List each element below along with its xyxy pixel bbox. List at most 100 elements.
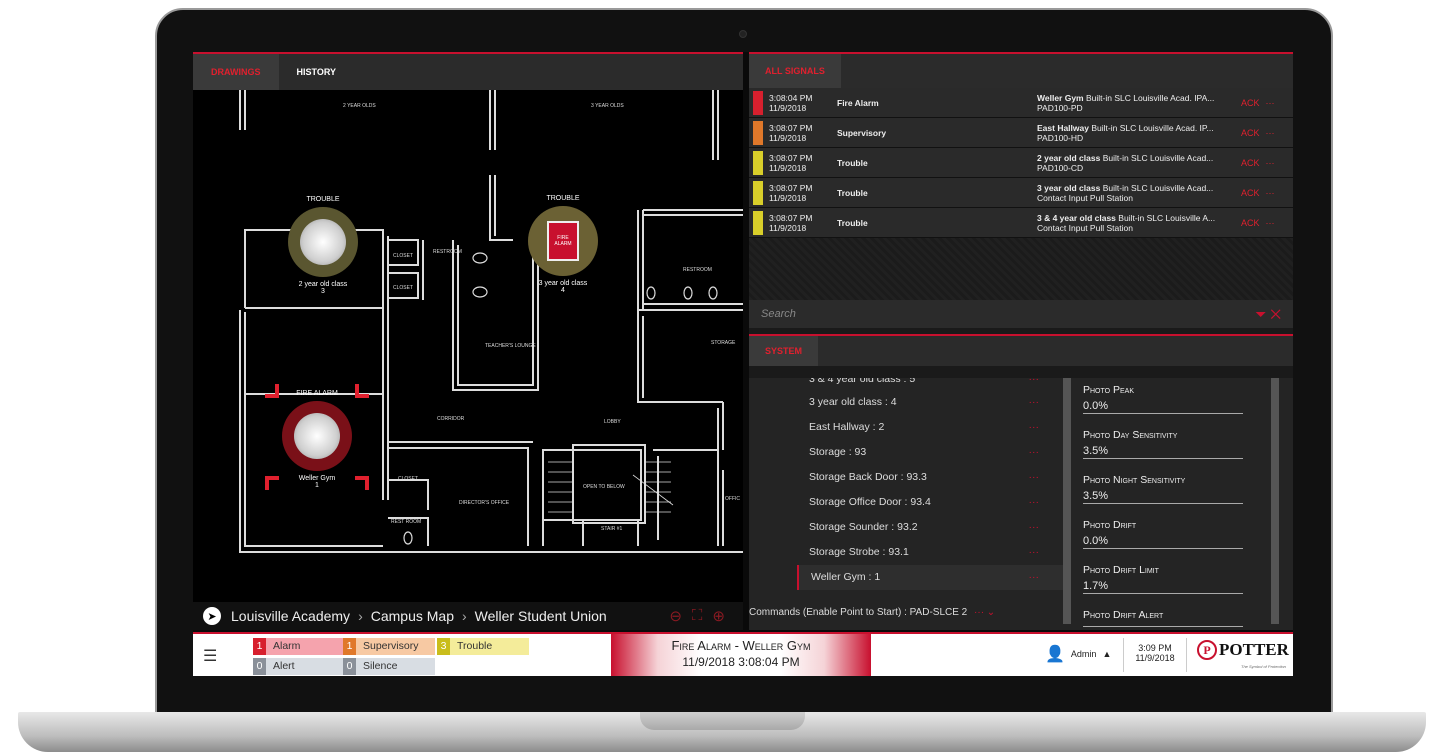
ack-button[interactable]: ACK — [1241, 98, 1260, 108]
point-label: Storage Office Door : 93.4 — [809, 496, 931, 508]
device-3-year-old-class[interactable]: TROUBLE FIRE ALARM 3 year old class 4 — [523, 195, 603, 294]
smoke-detector-icon — [294, 413, 340, 459]
device-status: TROUBLE — [546, 195, 580, 202]
breadcrumb-item[interactable]: Weller Student Union — [475, 608, 607, 624]
more-icon[interactable]: ··· — [1266, 218, 1275, 228]
property-label: Photo Day Sensitivity — [1083, 429, 1178, 441]
property-field: Photo Drift Alert — [1083, 603, 1273, 630]
filter-icon[interactable]: ⏷ ✕ — [1255, 306, 1281, 323]
tab-all-signals[interactable]: ALL SIGNALS — [749, 54, 841, 88]
floor-plan[interactable]: 2 YEAR OLDS 3 YEAR OLDS CLOSET CLOSET RE… — [193, 90, 743, 602]
camera — [739, 30, 747, 38]
label-stair: STAIR #1 — [601, 526, 623, 532]
more-icon[interactable]: ··· — [1029, 390, 1040, 415]
event-count-alarm[interactable]: 1 Alarm — [253, 638, 345, 655]
user-menu[interactable]: 👤 Admin ▲ — [1045, 644, 1111, 664]
left-tabs: DRAWINGS HISTORY — [193, 52, 743, 90]
more-icon[interactable]: ··· ⌄ — [974, 607, 995, 618]
system-point-item[interactable]: 3 year old class : 4 ··· — [797, 390, 1067, 415]
system-point-item[interactable]: East Hallway : 2 ··· — [797, 415, 1067, 440]
fit-screen-icon[interactable]: ⛶ — [692, 607, 703, 625]
tab-drawings[interactable]: DRAWINGS — [193, 54, 279, 90]
signal-row[interactable]: 3:08:04 PM 11/9/2018 Fire Alarm Weller Gym … — [749, 88, 1293, 118]
label-lobby: LOBBY — [604, 419, 621, 425]
more-icon[interactable]: ··· — [1029, 540, 1040, 565]
more-icon[interactable]: ··· — [1029, 465, 1040, 490]
point-label: Storage Strobe : 93.1 — [809, 546, 909, 558]
event-count-alert[interactable]: 0 Alert — [253, 658, 345, 675]
navigation-icon[interactable]: ➤ — [203, 607, 221, 625]
signal-time: 3:08:07 PM 11/9/2018 — [769, 122, 813, 143]
system-point-item[interactable]: Storage Strobe : 93.1 ··· — [797, 540, 1067, 565]
system-point-item[interactable]: Storage Sounder : 93.2 ··· — [797, 515, 1067, 540]
signal-time: 3:08:04 PM 11/9/2018 — [769, 92, 813, 113]
ack-button[interactable]: ACK — [1241, 158, 1260, 168]
system-point-item[interactable]: 3 & 4 year old class : 5 ··· — [797, 378, 1067, 390]
zoom-in-icon[interactable]: ⊕ — [712, 607, 725, 625]
signal-time: 3:08:07 PM 11/9/2018 — [769, 182, 813, 203]
signal-type: Supervisory — [837, 127, 887, 138]
more-icon[interactable]: ··· — [1266, 98, 1275, 108]
signal-list: 3:08:04 PM 11/9/2018 Fire Alarm Weller Gym … — [749, 88, 1293, 300]
system-command[interactable]: Commands (Enable Point to Start) : PAD-S… — [749, 600, 1039, 625]
property-value[interactable]: 3.5% — [1083, 490, 1243, 504]
more-icon[interactable]: ··· — [1029, 565, 1040, 590]
signal-type: Trouble — [837, 187, 868, 198]
event-count-trouble[interactable]: 3 Trouble — [437, 638, 529, 655]
ack-button[interactable]: ACK — [1241, 218, 1260, 228]
more-icon[interactable]: ··· — [1029, 490, 1040, 515]
system-point-item[interactable]: Weller Gym : 1 ··· — [797, 565, 1067, 590]
property-value[interactable]: 0.0% — [1083, 535, 1243, 549]
more-icon[interactable]: ··· — [1266, 188, 1275, 198]
label-rest-room: REST ROOM — [391, 519, 421, 525]
more-icon[interactable]: ··· — [1029, 440, 1040, 465]
tab-system[interactable]: SYSTEM — [749, 336, 819, 366]
properties-scrollbar[interactable] — [1271, 378, 1279, 624]
property-value[interactable]: 0.0% — [1083, 400, 1243, 414]
system-point-item[interactable]: Storage Back Door : 93.3 ··· — [797, 465, 1067, 490]
property-value[interactable]: 3.5% — [1083, 445, 1243, 459]
breadcrumb-item[interactable]: Campus Map — [371, 608, 454, 624]
tab-history[interactable]: HISTORY — [279, 54, 355, 90]
search-input[interactable]: Search — [761, 308, 796, 320]
property-value[interactable] — [1083, 625, 1243, 627]
property-field: Photo Day Sensitivity 3.5% — [1083, 423, 1273, 468]
count-number: 1 — [253, 638, 266, 655]
label-restroom-1: RESTROOM — [433, 249, 462, 255]
ack-button[interactable]: ACK — [1241, 128, 1260, 138]
list-scrollbar[interactable] — [1063, 378, 1071, 624]
event-count-supervisory[interactable]: 1 Supervisory — [343, 638, 435, 655]
menu-icon[interactable]: ☰ — [203, 646, 217, 666]
signal-row[interactable]: 3:08:07 PM 11/9/2018 Trouble 3 year old cla… — [749, 178, 1293, 208]
event-count-silence[interactable]: 0 Silence — [343, 658, 435, 675]
signal-location: 3 year old class Built-in SLC Louisville… — [1037, 182, 1214, 203]
banner-title: Fire Alarm - Weller Gym — [671, 638, 811, 653]
signal-row[interactable]: 3:08:07 PM 11/9/2018 Trouble 3 & 4 year old… — [749, 208, 1293, 238]
label-2-year-olds: 2 YEAR OLDS — [343, 103, 376, 109]
breadcrumb-item[interactable]: Louisville Academy — [231, 608, 350, 624]
device-weller-gym[interactable]: FIRE ALARM Weller Gym 1 — [277, 390, 357, 489]
system-point-item[interactable]: Storage Office Door : 93.4 ··· — [797, 490, 1067, 515]
zoom-out-icon[interactable]: ⊖ — [669, 607, 682, 625]
device-2-year-old-class[interactable]: TROUBLE 2 year old class 3 — [283, 196, 363, 295]
point-label: East Hallway : 2 — [809, 421, 885, 433]
property-value[interactable]: 1.7% — [1083, 580, 1243, 594]
signal-type: Trouble — [837, 157, 868, 168]
signal-time: 3:08:07 PM 11/9/2018 — [769, 152, 813, 173]
clock-date: 11/9/2018 — [1135, 653, 1175, 663]
system-point-item[interactable]: Storage : 93 ··· — [797, 440, 1067, 465]
more-icon[interactable]: ··· — [1266, 158, 1275, 168]
search-bar[interactable]: Search ⏷ ✕ — [749, 300, 1293, 328]
smoke-detector-icon — [300, 219, 346, 265]
more-icon[interactable]: ··· — [1029, 378, 1040, 384]
more-icon[interactable]: ··· — [1266, 128, 1275, 138]
ack-button[interactable]: ACK — [1241, 188, 1260, 198]
count-label: Supervisory — [363, 640, 419, 652]
signal-row[interactable]: 3:08:07 PM 11/9/2018 Trouble 2 year old cla… — [749, 148, 1293, 178]
signal-row[interactable]: 3:08:07 PM 11/9/2018 Supervisory East Hallw… — [749, 118, 1293, 148]
clock: 3:09 PM 11/9/2018 — [1123, 638, 1187, 672]
more-icon[interactable]: ··· — [1029, 515, 1040, 540]
active-event-banner[interactable]: Fire Alarm - Weller Gym 11/9/2018 3:08:0… — [611, 634, 871, 676]
more-icon[interactable]: ··· — [1029, 415, 1040, 440]
floor-plan-drawing: 2 YEAR OLDS 3 YEAR OLDS CLOSET CLOSET RE… — [239, 90, 743, 553]
